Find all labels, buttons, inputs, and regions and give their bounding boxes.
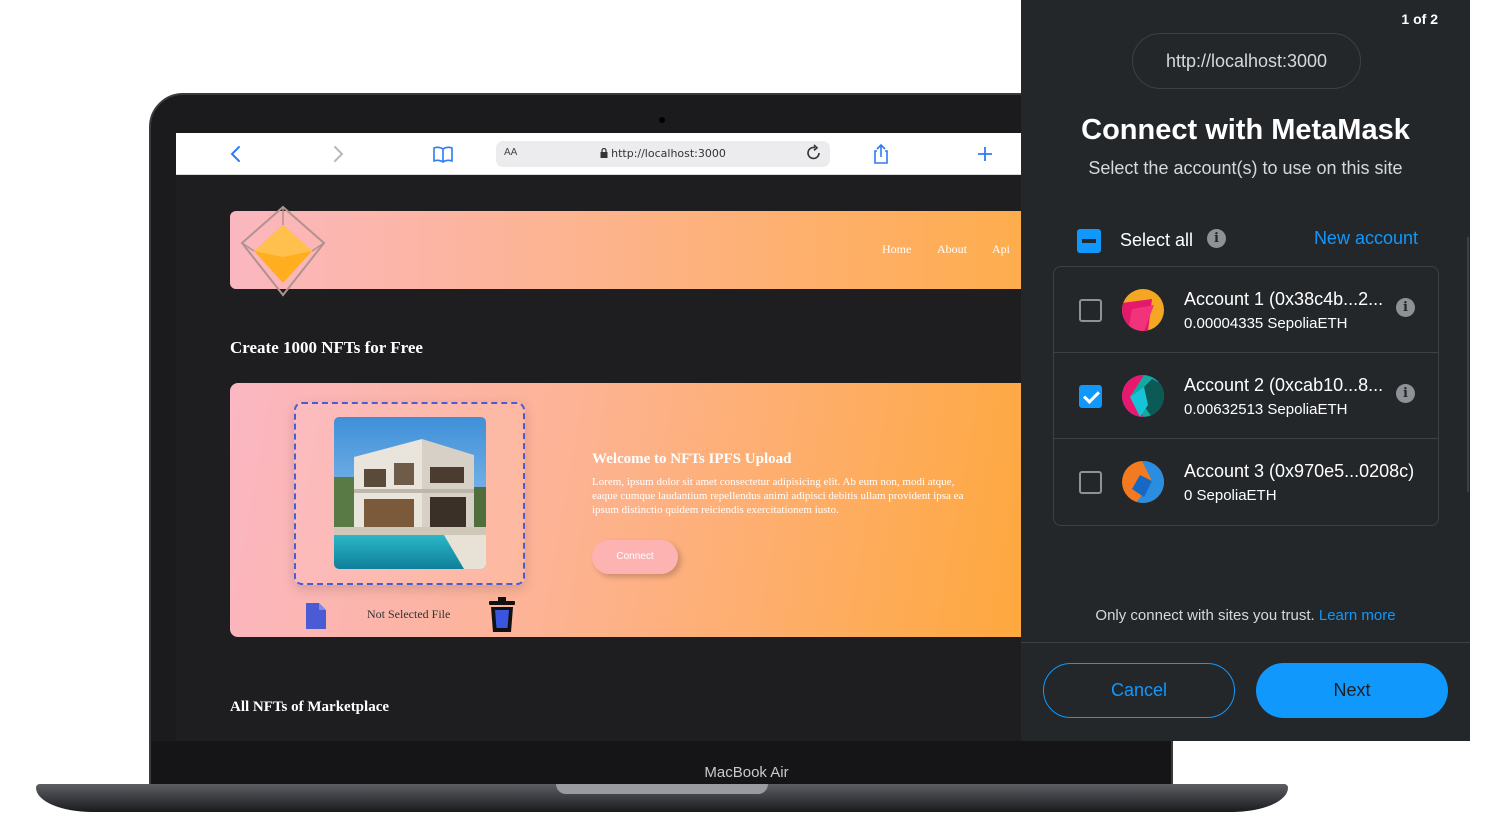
page-heading: Create 1000 NFTs for Free	[230, 338, 423, 357]
share-icon[interactable]	[869, 142, 893, 166]
account-checkbox[interactable]	[1079, 299, 1102, 322]
trust-notice: Only connect with sites you trust. Learn…	[1021, 607, 1470, 624]
house-preview-image	[334, 417, 486, 569]
account-checkbox[interactable]	[1079, 471, 1102, 494]
popup-subtitle: Select the account(s) to use on this sit…	[1088, 158, 1403, 178]
welcome-title: Welcome to NFTs IPFS Upload	[592, 451, 792, 467]
account-row[interactable]: Account 2 (0xcab10...8... 0.00632513 Sep…	[1054, 353, 1438, 439]
connect-button[interactable]: Connect	[592, 540, 678, 574]
welcome-body: Lorem, ipsum dolor sit amet consectetur …	[592, 476, 964, 516]
marketplace-heading: All NFTs of Marketplace	[230, 699, 390, 715]
chevron-left-icon[interactable]	[224, 142, 248, 166]
account-row[interactable]: Account 1 (0x38c4b...2... 0.00004335 Sep…	[1054, 267, 1438, 353]
account-avatar	[1122, 289, 1164, 331]
account-checkbox[interactable]	[1079, 385, 1102, 408]
new-account-link[interactable]: New account	[1314, 228, 1418, 249]
trust-text: Only connect with sites you trust.	[1095, 607, 1315, 624]
account-info-icon[interactable]: i	[1396, 298, 1415, 317]
page-indicator: 1 of 2	[1401, 11, 1438, 27]
learn-more-link[interactable]: Learn more	[1319, 607, 1396, 624]
nav-home-link[interactable]: Home	[882, 242, 911, 257]
plus-icon[interactable]	[973, 142, 997, 166]
account-avatar	[1122, 375, 1164, 417]
url-value: http://localhost:3000	[611, 147, 726, 160]
account-name: Account 3 (0x970e5...0208c)	[1184, 461, 1415, 481]
nav-about-link[interactable]: About	[937, 242, 967, 257]
camera-dot	[659, 117, 665, 123]
select-all-label[interactable]: Select all	[1120, 230, 1193, 251]
file-dropzone[interactable]	[294, 402, 525, 585]
url-bar[interactable]: AA http://localhost:3000	[496, 141, 830, 167]
file-status-label: Not Selected File	[367, 607, 451, 621]
account-balance: 0.00632513 SepoliaETH	[1184, 401, 1348, 418]
trash-icon[interactable]	[488, 597, 516, 633]
cancel-button[interactable]: Cancel	[1043, 663, 1235, 718]
account-name: Account 1 (0x38c4b...2...	[1184, 289, 1384, 309]
account-balance: 0.00004335 SepoliaETH	[1184, 315, 1348, 332]
url-text: http://localhost:3000	[496, 147, 830, 160]
account-info-icon[interactable]: i	[1396, 384, 1415, 403]
cube-logo-icon[interactable]	[238, 203, 328, 299]
popup-title: Connect with MetaMask	[1081, 114, 1410, 146]
popup-scrollbar[interactable]	[1467, 237, 1469, 492]
nav-api-link[interactable]: Api	[992, 242, 1010, 257]
account-name: Account 2 (0xcab10...8...	[1184, 375, 1384, 395]
laptop-model-label: MacBook Air	[704, 764, 789, 781]
info-icon[interactable]: i	[1207, 229, 1226, 248]
footer-divider	[1021, 642, 1470, 643]
reload-icon[interactable]	[806, 143, 822, 167]
site-origin-pill: http://localhost:3000	[1132, 33, 1361, 89]
laptop-notch	[556, 784, 768, 794]
account-list: Account 1 (0x38c4b...2... 0.00004335 Sep…	[1053, 266, 1439, 526]
account-balance: 0 SepoliaETH	[1184, 487, 1277, 504]
chevron-right-icon[interactable]	[326, 142, 350, 166]
next-button[interactable]: Next	[1256, 663, 1448, 718]
account-avatar	[1122, 461, 1164, 503]
file-icon[interactable]	[306, 603, 326, 629]
stage: MacBook Air AA http://localhost:3000 Hom…	[0, 0, 1493, 839]
lock-icon	[600, 147, 608, 158]
select-all-checkbox[interactable]	[1077, 229, 1101, 253]
account-row[interactable]: Account 3 (0x970e5...0208c) 0 SepoliaETH	[1054, 439, 1438, 525]
metamask-popup: 1 of 2 http://localhost:3000 Connect wit…	[1021, 0, 1470, 741]
book-icon[interactable]	[431, 142, 455, 166]
